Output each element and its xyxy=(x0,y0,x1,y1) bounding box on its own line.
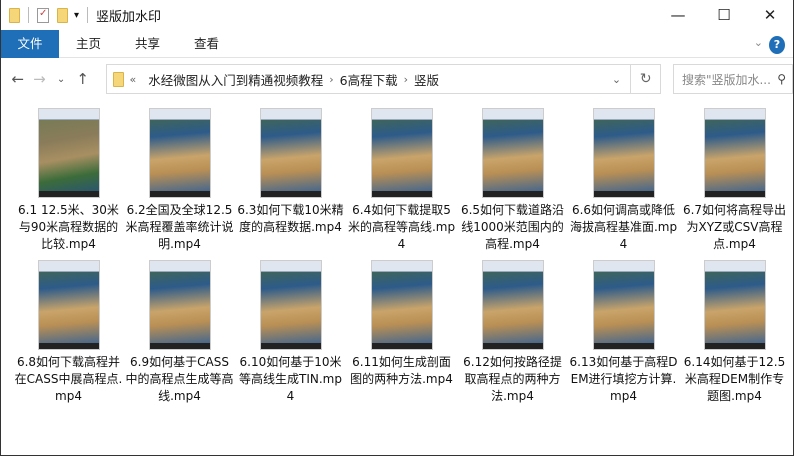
title-bar: ▾ 竖版加水印 — ☐ ✕ xyxy=(1,0,793,30)
chevron-right-icon[interactable]: › xyxy=(404,73,408,86)
recent-locations-button[interactable]: ⌄ xyxy=(50,74,72,85)
chevron-right-icon[interactable]: › xyxy=(329,73,333,86)
file-name: 6.8如何下载高程并在CASS中展高程点.mp4 xyxy=(14,355,123,403)
ribbon: 文件 主页 共享 查看 xyxy=(1,29,793,58)
video-thumbnail[interactable] xyxy=(592,108,655,198)
file-name: 6.4如何下载提取5米的高程等高线.mp4 xyxy=(347,203,456,251)
video-thumbnail[interactable] xyxy=(703,260,766,350)
file-name: 6.10如何基于10米等高线生成TIN.mp4 xyxy=(239,355,342,403)
video-thumbnail[interactable] xyxy=(481,260,544,350)
back-button[interactable]: ← xyxy=(7,70,29,88)
video-thumbnail[interactable] xyxy=(37,108,100,198)
video-thumbnail[interactable] xyxy=(259,260,322,350)
new-folder-icon[interactable] xyxy=(57,7,68,23)
file-item[interactable]: 6.1 12.5米、30米与90米高程数据的比较.mp4 xyxy=(13,108,124,254)
search-input[interactable]: 搜索"竖版加水... ⚲ xyxy=(672,64,794,94)
file-item[interactable]: 6.13如何基于高程DEM进行填挖方计算.mp4 xyxy=(568,260,679,406)
forward-button[interactable]: → xyxy=(29,70,51,88)
video-thumbnail[interactable] xyxy=(148,108,211,198)
file-name: 6.12如何按路径提取高程点的两种方法.mp4 xyxy=(463,355,562,403)
expand-ribbon-icon[interactable]: ⌄ xyxy=(754,36,763,49)
search-icon: ⚲ xyxy=(777,72,787,86)
file-name: 6.2全国及全球12.5米高程覆盖率统计说明.mp4 xyxy=(125,203,234,251)
file-item[interactable]: 6.2全国及全球12.5米高程覆盖率统计说明.mp4 xyxy=(124,108,235,254)
file-item[interactable]: 6.3如何下载10米精度的高程数据.mp4 xyxy=(235,108,346,254)
file-item[interactable]: 6.8如何下载高程并在CASS中展高程点.mp4 xyxy=(13,260,124,406)
video-thumbnail[interactable] xyxy=(37,260,100,350)
breadcrumb-item[interactable]: 竖版 xyxy=(414,70,439,89)
file-item[interactable]: 6.6如何调高或降低海拔高程基准面.mp4 xyxy=(568,108,679,254)
window-title: 竖版加水印 xyxy=(96,9,162,25)
close-button[interactable]: ✕ xyxy=(747,0,793,30)
help-icon[interactable]: ? xyxy=(769,36,785,54)
file-name: 6.5如何下载道路沿线1000米范围内的高程.mp4 xyxy=(460,203,565,251)
breadcrumb-item[interactable]: 6高程下载 xyxy=(340,70,398,89)
tab-view[interactable]: 查看 xyxy=(177,30,236,58)
address-bar[interactable]: « 水经微图从入门到精通视频教程 › 6高程下载 › 竖版 ⌄ xyxy=(105,64,632,94)
folder-icon xyxy=(9,7,20,23)
refresh-button[interactable]: ↻ xyxy=(631,64,661,94)
file-name: 6.7如何将高程导出为XYZ或CSV高程点.mp4 xyxy=(682,203,787,251)
video-thumbnail[interactable] xyxy=(481,108,544,198)
video-thumbnail[interactable] xyxy=(703,108,766,198)
divider xyxy=(87,7,89,23)
tab-home[interactable]: 主页 xyxy=(59,30,118,58)
customize-toolbar-icon[interactable]: ▾ xyxy=(74,10,79,21)
file-item[interactable]: 6.9如何基于CASS中的高程点生成等高线.mp4 xyxy=(124,260,235,406)
file-name: 6.6如何调高或降低海拔高程基准面.mp4 xyxy=(569,203,678,251)
overflow-icon[interactable]: « xyxy=(130,73,137,86)
file-name: 6.9如何基于CASS中的高程点生成等高线.mp4 xyxy=(125,355,234,403)
video-thumbnail[interactable] xyxy=(259,108,322,198)
file-item[interactable]: 6.10如何基于10米等高线生成TIN.mp4 xyxy=(235,260,346,406)
maximize-button[interactable]: ☐ xyxy=(701,0,747,30)
file-name: 6.3如何下载10米精度的高程数据.mp4 xyxy=(237,203,344,234)
file-item[interactable]: 6.11如何生成剖面图的两种方法.mp4 xyxy=(346,260,457,406)
file-name: 6.13如何基于高程DEM进行填挖方计算.mp4 xyxy=(569,355,678,403)
file-name: 6.14如何基于12.5米高程DEM制作专题图.mp4 xyxy=(683,355,786,403)
file-item[interactable]: 6.4如何下载提取5米的高程等高线.mp4 xyxy=(346,108,457,254)
properties-icon[interactable] xyxy=(37,7,49,23)
file-name: 6.1 12.5米、30米与90米高程数据的比较.mp4 xyxy=(18,203,119,251)
folder-icon xyxy=(112,71,124,87)
video-thumbnail[interactable] xyxy=(148,260,211,350)
tab-share[interactable]: 共享 xyxy=(118,30,177,58)
video-thumbnail[interactable] xyxy=(592,260,655,350)
video-thumbnail[interactable] xyxy=(370,108,433,198)
file-item[interactable]: 6.14如何基于12.5米高程DEM制作专题图.mp4 xyxy=(679,260,790,406)
file-item[interactable]: 6.12如何按路径提取高程点的两种方法.mp4 xyxy=(457,260,568,406)
search-placeholder: 搜索"竖版加水... xyxy=(681,72,771,87)
divider xyxy=(28,7,29,23)
navigation-bar: ← → ⌄ ↑ « 水经微图从入门到精通视频教程 › 6高程下载 › 竖版 ⌄ … xyxy=(1,58,794,100)
up-button[interactable]: ↑ xyxy=(72,70,94,88)
file-grid: 6.1 12.5米、30米与90米高程数据的比较.mp4 6.2全国及全球12.5… xyxy=(13,108,790,406)
file-item[interactable]: 6.5如何下载道路沿线1000米范围内的高程.mp4 xyxy=(457,108,568,254)
address-dropdown-icon[interactable]: ⌄ xyxy=(602,73,630,86)
minimize-button[interactable]: — xyxy=(655,0,701,30)
file-item[interactable]: 6.7如何将高程导出为XYZ或CSV高程点.mp4 xyxy=(679,108,790,254)
file-name: 6.11如何生成剖面图的两种方法.mp4 xyxy=(350,355,453,386)
video-thumbnail[interactable] xyxy=(370,260,433,350)
breadcrumb-item[interactable]: 水经微图从入门到精通视频教程 xyxy=(148,70,323,89)
tab-file[interactable]: 文件 xyxy=(1,29,59,58)
